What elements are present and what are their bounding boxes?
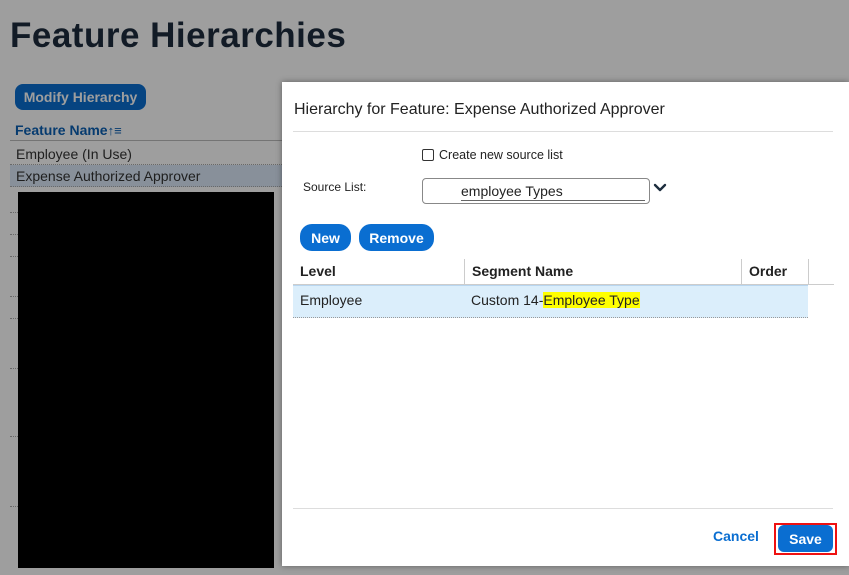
- row-divider: [10, 212, 18, 214]
- create-new-source-list-checkbox[interactable]: [422, 149, 434, 161]
- remove-button[interactable]: Remove: [359, 224, 434, 251]
- page-title: Feature Hierarchies: [10, 16, 347, 55]
- table-header-row: Level Segment Name Order: [293, 259, 834, 285]
- new-button[interactable]: New: [300, 224, 351, 251]
- order-column-header[interactable]: Order: [741, 259, 808, 284]
- segment-highlight: Employee Type: [543, 292, 640, 308]
- row-divider: [10, 368, 18, 370]
- cancel-button[interactable]: Cancel: [713, 528, 759, 544]
- save-button[interactable]: Save: [778, 525, 833, 552]
- redacted-area: [18, 192, 274, 568]
- sort-ascending-icon[interactable]: ↑≡: [108, 123, 122, 138]
- row-divider: [10, 506, 18, 508]
- row-divider: [10, 318, 18, 320]
- segment-name-column-header[interactable]: Segment Name: [464, 259, 741, 284]
- list-item[interactable]: Employee (In Use): [10, 143, 282, 165]
- level-cell: Employee: [300, 292, 363, 308]
- source-list-label: Source List:: [303, 180, 367, 194]
- hierarchy-table: Level Segment Name Order Employee Custom…: [293, 259, 834, 318]
- modify-hierarchy-button[interactable]: Modify Hierarchy: [15, 84, 146, 110]
- row-divider: [10, 296, 18, 298]
- row-divider: [10, 256, 18, 258]
- create-new-source-list-label: Create new source list: [439, 148, 563, 162]
- hierarchy-dialog: Hierarchy for Feature: Expense Authorize…: [282, 82, 849, 566]
- list-item[interactable]: Expense Authorized Approver: [10, 165, 282, 187]
- feature-name-column-header[interactable]: Feature Name↑≡: [10, 117, 282, 141]
- chevron-down-icon[interactable]: [652, 180, 668, 196]
- dialog-title: Hierarchy for Feature: Expense Authorize…: [294, 101, 665, 118]
- level-column-header[interactable]: Level: [293, 259, 464, 284]
- segment-name-cell: Custom 14-Employee Type: [464, 286, 741, 314]
- source-list-input[interactable]: employee Types: [422, 178, 650, 204]
- row-divider: [10, 234, 18, 236]
- table-row[interactable]: Employee Custom 14-Employee Type: [293, 285, 808, 318]
- segment-prefix: Custom 14-: [471, 292, 544, 308]
- feature-name-header-label: Feature Name: [15, 122, 108, 138]
- row-divider: [10, 436, 18, 438]
- divider: [293, 508, 833, 509]
- column-divider: [808, 259, 809, 284]
- divider: [293, 131, 833, 132]
- create-new-source-list-option[interactable]: Create new source list: [422, 148, 563, 162]
